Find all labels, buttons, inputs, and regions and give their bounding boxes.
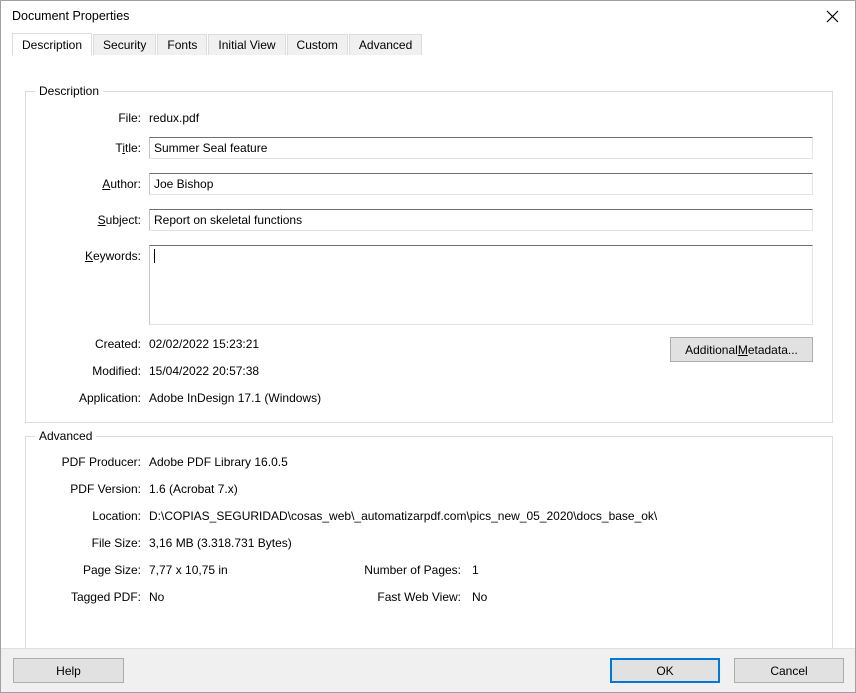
number-of-pages-label: Number of Pages: [364, 563, 461, 577]
tab-initial-view[interactable]: Initial View [208, 34, 286, 55]
modified-value: 15/04/2022 20:57:38 [149, 364, 260, 378]
location-label: Location: [92, 509, 141, 523]
file-size-value: 3,16 MB (3.318.731 Bytes) [149, 536, 292, 550]
file-value: redux.pdf [149, 111, 200, 125]
author-label: Author: [41, 177, 141, 191]
tagged-pdf-label: Tagged PDF: [70, 590, 141, 604]
additional-metadata-label-post: etadata... [747, 342, 798, 357]
tab-fonts-label: Fonts [167, 38, 198, 52]
additional-metadata-label-pre: Additional [685, 342, 738, 357]
subject-label-post: ubject: [105, 213, 141, 227]
tagged-pdf-value: No [149, 590, 165, 604]
title-label-post: tle: [124, 141, 141, 155]
pdf-version-label: PDF Version: [70, 482, 141, 496]
keywords-text-caret [154, 249, 155, 263]
keywords-input[interactable] [149, 245, 813, 325]
dialog-footer: Help OK Cancel [1, 648, 855, 692]
location-value: D:\COPIAS_SEGURIDAD\cosas_web\_automatiz… [149, 509, 658, 523]
page-size-value: 7,77 x 10,75 in [149, 563, 228, 577]
tab-advanced[interactable]: Advanced [348, 34, 423, 55]
additional-metadata-label-accel: M [737, 342, 748, 357]
close-icon [826, 10, 839, 23]
tab-custom[interactable]: Custom [286, 34, 348, 55]
close-button[interactable] [809, 1, 855, 32]
pdf-producer-value: Adobe PDF Library 16.0.5 [149, 455, 288, 469]
title-label: Title: [41, 141, 141, 155]
subject-input[interactable] [149, 209, 813, 231]
ok-button[interactable]: OK [610, 658, 720, 683]
file-label: File: [118, 111, 141, 125]
fast-web-view-label: Fast Web View: [377, 590, 461, 604]
pdf-producer-label: PDF Producer: [61, 455, 141, 469]
created-label: Created: [94, 337, 141, 351]
application-label: Application: [78, 391, 141, 405]
pdf-version-value: 1.6 (Acrobat 7.x) [149, 482, 238, 496]
additional-metadata-button[interactable]: Additional Metadata... [670, 337, 813, 362]
cancel-button[interactable]: Cancel [734, 658, 844, 683]
keywords-label-post: eywords: [92, 249, 141, 263]
help-button[interactable]: Help [13, 658, 124, 683]
window-title: Document Properties [12, 9, 130, 24]
tab-strip: Description Security Fonts Initial View … [12, 33, 855, 56]
modified-label: Modified: [92, 364, 141, 378]
tab-security[interactable]: Security [93, 34, 157, 55]
author-label-post: uthor: [110, 177, 141, 191]
subject-label-accel: S [97, 213, 106, 227]
fast-web-view-value: No [472, 590, 488, 604]
advanced-group: Advanced [25, 429, 833, 651]
created-value: 02/02/2022 15:23:21 [149, 337, 260, 351]
application-value: Adobe InDesign 17.1 (Windows) [149, 391, 322, 405]
tab-custom-label: Custom [296, 38, 338, 52]
title-bar: Document Properties [1, 1, 855, 33]
page-size-label: Page Size: [82, 563, 141, 577]
tab-description-label: Description [22, 37, 83, 52]
tab-description[interactable]: Description [12, 33, 93, 56]
tab-fonts[interactable]: Fonts [157, 34, 208, 55]
subject-label: Subject: [41, 213, 141, 227]
file-size-label: File Size: [91, 536, 141, 550]
keywords-label-accel: K [84, 249, 93, 263]
keywords-label: Keywords: [41, 249, 141, 263]
tab-content-description: Description File: redux.pdf Title: Autho… [1, 55, 855, 651]
tab-security-label: Security [103, 38, 147, 52]
description-group-title: Description [35, 84, 104, 98]
tab-initial-view-label: Initial View [218, 38, 276, 52]
title-input[interactable] [149, 137, 813, 159]
document-properties-dialog: Document Properties Description Security… [0, 0, 856, 693]
tab-advanced-label: Advanced [358, 38, 413, 52]
advanced-group-title: Advanced [35, 429, 97, 443]
author-input[interactable] [149, 173, 813, 195]
number-of-pages-value: 1 [472, 563, 479, 577]
